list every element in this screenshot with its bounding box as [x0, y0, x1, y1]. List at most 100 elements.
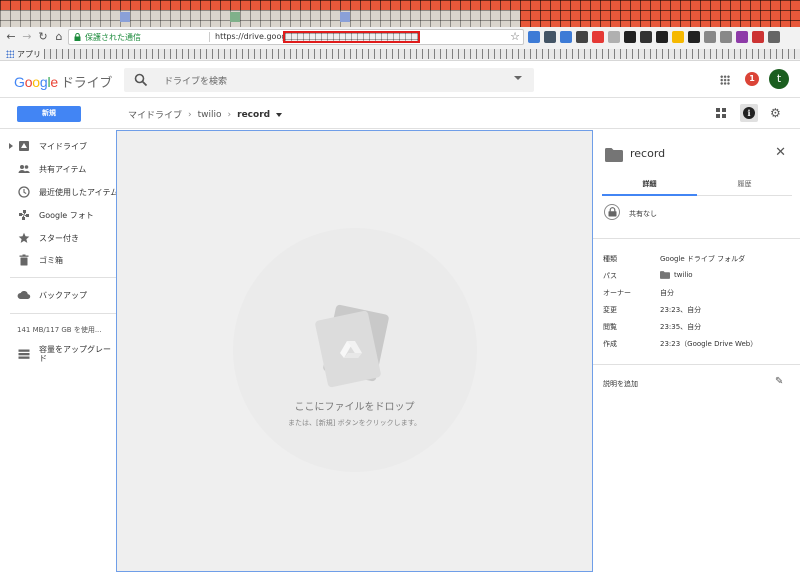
browser-extension-icon[interactable]	[608, 31, 620, 43]
drive-toolbar: 新規 マイドライブ › twilio › record i ⚙	[0, 99, 800, 129]
sidebar-item-photos[interactable]: Google フォト	[0, 206, 116, 224]
property-key: 変更	[603, 306, 617, 314]
upgrade-line-2: ド	[39, 354, 47, 363]
forward-button[interactable]: →	[20, 30, 34, 44]
details-toggle-button[interactable]: i	[740, 104, 758, 122]
file-drop-zone[interactable]: ここにファイルをドロップ または、[新規] ボタンをクリックします。	[116, 130, 593, 572]
expand-triangle-icon[interactable]	[9, 143, 13, 149]
drive-logo[interactable]: Google ドライブ	[14, 72, 112, 91]
edit-pencil-icon[interactable]: ✎	[775, 376, 783, 387]
folder-menu-dropdown-icon[interactable]	[276, 112, 283, 117]
browser-extension-icon[interactable]	[576, 31, 588, 43]
grid-view-icon[interactable]	[716, 108, 726, 118]
tab-highlight	[230, 12, 240, 22]
breadcrumb-my-drive[interactable]: マイドライブ	[128, 108, 182, 121]
browser-extension-icon[interactable]	[704, 31, 716, 43]
browser-extension-icon[interactable]	[544, 31, 556, 43]
drive-logo-icon	[340, 341, 362, 358]
browser-extension-icon[interactable]	[672, 31, 684, 43]
logo-letter: o	[32, 74, 40, 90]
clock-icon	[18, 186, 30, 198]
sidebar-item-label: 共有アイテム	[39, 165, 87, 174]
account-avatar[interactable]: t	[769, 69, 789, 89]
browser-tab-strip	[0, 0, 800, 27]
browser-extension-icon[interactable]	[560, 31, 572, 43]
property-value: 23:23（Google Drive Web）	[660, 340, 758, 348]
back-button[interactable]: ←	[4, 30, 18, 44]
sidebar-item-label: Google フォト	[39, 211, 94, 220]
browser-extension-icon[interactable]	[640, 31, 652, 43]
sidebar-item-backups[interactable]: バックアップ	[0, 286, 116, 304]
sidebar: マイドライブ 共有アイテム 最近使用したアイテム Google フォト スター付…	[0, 130, 119, 572]
browser-extension-icon[interactable]	[688, 31, 700, 43]
star-icon	[18, 232, 30, 243]
reload-button[interactable]: ↻	[36, 30, 50, 44]
address-bar[interactable]: 保護された通信 https://drive.google.com/drive/f…	[68, 29, 524, 45]
new-button[interactable]: 新規	[17, 106, 81, 122]
browser-extension-icon[interactable]	[624, 31, 636, 43]
sidebar-item-trash[interactable]: ゴミ箱	[0, 251, 116, 269]
property-row-type: 種類 Google ドライブ フォルダ	[603, 254, 793, 268]
search-options-dropdown-icon[interactable]	[514, 76, 522, 80]
google-apps-icon[interactable]	[720, 75, 730, 85]
add-description-field[interactable]: 説明を追加	[603, 379, 638, 389]
breadcrumb-chevron-icon: ›	[227, 109, 232, 120]
browser-extension-icon[interactable]	[656, 31, 668, 43]
folder-icon	[605, 148, 623, 162]
property-row-owner: オーナー 自分	[603, 288, 793, 302]
sidebar-item-upgrade-storage[interactable]: 容量をアップグレード	[0, 343, 116, 365]
sidebar-item-shared[interactable]: 共有アイテム	[0, 160, 116, 178]
sidebar-item-recent[interactable]: 最近使用したアイテム	[0, 183, 119, 201]
drive-header: Google ドライブ ドライブを検索 1 t	[0, 62, 800, 98]
notifications-badge[interactable]: 1	[745, 72, 759, 86]
browser-extension-icon[interactable]	[720, 31, 732, 43]
sidebar-item-my-drive[interactable]: マイドライブ	[0, 137, 116, 155]
info-icon: i	[743, 107, 755, 119]
drop-zone-title: ここにファイルをドロップ	[294, 402, 415, 413]
breadcrumb-current-folder[interactable]: record	[237, 110, 270, 120]
property-row-opened: 閲覧 23:35、自分	[603, 322, 793, 336]
property-value-path[interactable]: twilio	[660, 271, 693, 279]
logo-google: Google	[14, 74, 58, 90]
tab-activity[interactable]: 履歴	[697, 174, 792, 194]
apps-grid-icon[interactable]	[6, 50, 14, 58]
close-icon[interactable]: ✕	[775, 146, 786, 159]
upgrade-line-1: 容量をアップグレー	[39, 345, 111, 354]
browser-extension-icon[interactable]	[528, 31, 540, 43]
tab-highlight	[120, 12, 130, 22]
pinwheel-icon	[19, 210, 29, 220]
details-divider	[593, 238, 800, 239]
property-key: 閲覧	[603, 323, 617, 331]
bookmarks-apps-link[interactable]: アプリ	[17, 49, 41, 60]
lock-icon	[74, 33, 81, 41]
details-panel: record ✕ 詳細 履歴 共有なし 種類 Google ドライブ フォルダ …	[593, 130, 800, 572]
sidebar-item-label: マイドライブ	[39, 142, 87, 151]
browser-extension-icon[interactable]	[768, 31, 780, 43]
omnibox-separator	[209, 32, 210, 42]
details-title: record	[630, 147, 666, 160]
sidebar-item-starred[interactable]: スター付き	[0, 229, 116, 247]
sidebar-item-label: ゴミ箱	[39, 256, 63, 265]
property-value: twilio	[674, 271, 693, 279]
search-icon	[134, 73, 148, 87]
browser-toolbar: ← → ↻ ⌂ 保護された通信 https://drive.google.com…	[0, 27, 800, 47]
settings-gear-icon[interactable]: ⚙	[770, 107, 781, 119]
home-button[interactable]: ⌂	[52, 30, 66, 44]
sharing-lock-icon	[604, 204, 620, 220]
bookmark-star-icon[interactable]: ☆	[510, 30, 520, 43]
browser-extension-icon[interactable]	[752, 31, 764, 43]
browser-extension-icon[interactable]	[592, 31, 604, 43]
bookmark-items-redacted	[44, 49, 800, 59]
search-box[interactable]: ドライブを検索	[124, 68, 534, 92]
tab-details[interactable]: 詳細	[602, 174, 697, 194]
sidebar-item-label: 最近使用したアイテム	[39, 188, 119, 197]
property-value: Google ドライブ フォルダ	[660, 255, 746, 263]
breadcrumb-twilio[interactable]: twilio	[198, 110, 222, 120]
storage-usage-text: 141 MB/117 GB を使用...	[17, 326, 102, 334]
sidebar-divider	[10, 277, 116, 278]
search-input[interactable]: ドライブを検索	[164, 74, 227, 87]
logo-letter: e	[50, 74, 58, 90]
property-key: オーナー	[603, 289, 631, 297]
browser-extension-icon[interactable]	[736, 31, 748, 43]
property-key: 種類	[603, 255, 617, 263]
